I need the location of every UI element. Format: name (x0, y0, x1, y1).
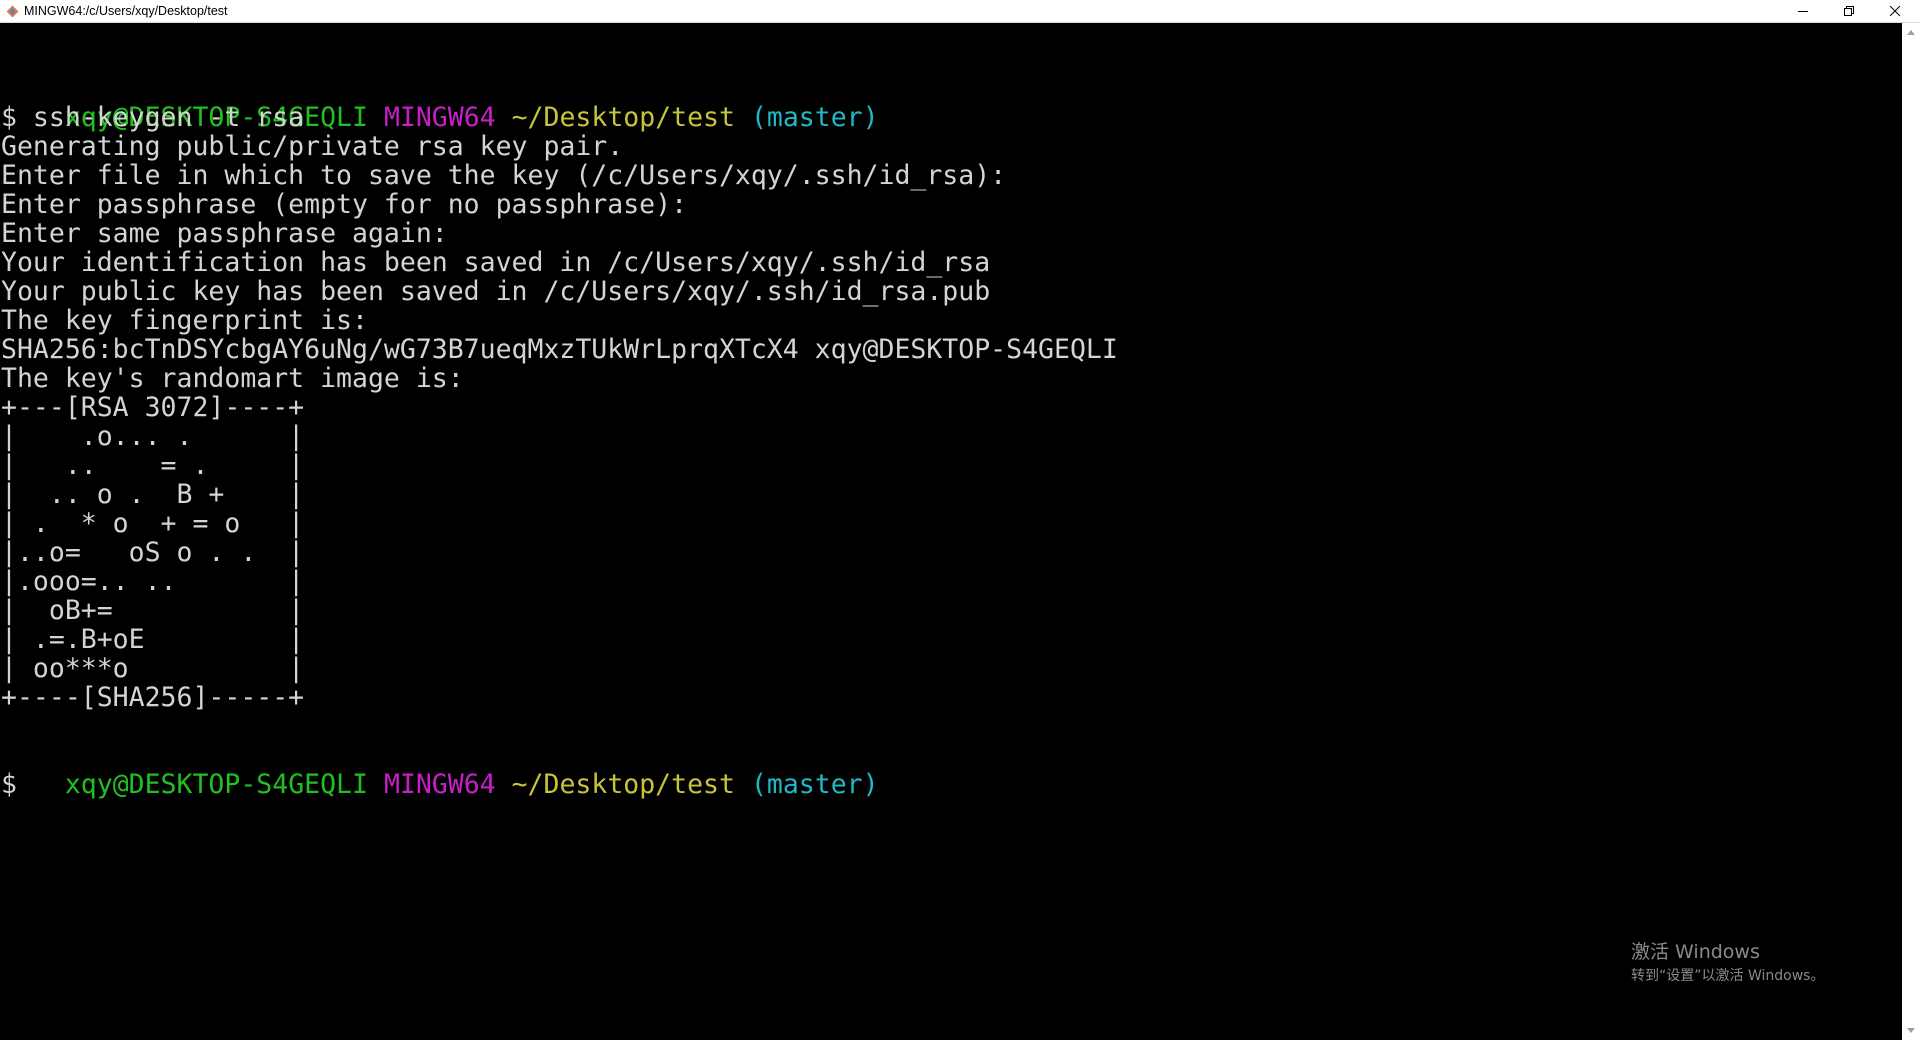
randomart-line: | . * o + = o | (1, 508, 305, 539)
prompt-system: MINGW64 (383, 102, 496, 133)
output-line: The key fingerprint is: (1, 305, 368, 336)
output-line: Your public key has been saved in /c/Use… (1, 276, 991, 307)
randomart-line: |.ooo=.. .. | (1, 566, 305, 597)
randomart-line: | .. o . B + | (1, 479, 305, 510)
prompt-line: xqy@DESKTOP-S4GEQLI MINGW64 ~/Desktop/te… (1, 741, 879, 799)
restore-button[interactable] (1826, 0, 1872, 22)
restore-icon (1844, 6, 1854, 16)
output-line: SHA256:bcTnDSYcbgAY6uNg/wG73B7ueqMxzTUkW… (1, 334, 1118, 365)
cursor-line[interactable]: $ (1, 770, 17, 799)
randomart-line: | oB+= | (1, 595, 305, 626)
vertical-scrollbar[interactable] (1902, 23, 1920, 1040)
terminal-output[interactable]: xqy@DESKTOP-S4GEQLI MINGW64 ~/Desktop/te… (0, 23, 1902, 1040)
scroll-up-icon[interactable] (1907, 30, 1915, 35)
randomart-line: |..o= oS o . . | (1, 537, 305, 568)
prompt-path: ~/Desktop/test (511, 769, 735, 800)
title-bar[interactable]: MINGW64:/c/Users/xqy/Desktop/test (0, 0, 1920, 23)
prompt-line: xqy@DESKTOP-S4GEQLI MINGW64 ~/Desktop/te… (1, 74, 879, 132)
output-line: Generating public/private rsa key pair. (1, 131, 624, 162)
output-line: Enter passphrase (empty for no passphras… (1, 189, 688, 220)
output-line: Enter same passphrase again: (1, 218, 448, 249)
close-button[interactable] (1872, 0, 1918, 22)
randomart-line: | .o... . | (1, 421, 305, 452)
watermark-title: 激活 Windows (1631, 941, 1760, 963)
close-icon (1890, 6, 1900, 16)
windows-activation-watermark: 激活 Windows 转到“设置”以激活 Windows。 (1631, 940, 1824, 986)
prompt-path: ~/Desktop/test (511, 102, 735, 133)
prompt-system: MINGW64 (383, 769, 496, 800)
randomart-line: +---[RSA 3072]----+ (1, 392, 305, 423)
randomart-line: +----[SHA256]-----+ (1, 682, 305, 713)
output-line: Your identification has been saved in /c… (1, 247, 991, 278)
command-line: $ ssh-keygen -t rsa (1, 102, 305, 133)
output-line: The key's randomart image is: (1, 363, 464, 394)
minimize-button[interactable] (1780, 0, 1826, 22)
prompt-branch: (master) (750, 102, 879, 133)
prompt-branch: (master) (750, 769, 879, 800)
watermark-subtitle: 转到“设置”以激活 Windows。 (1631, 968, 1825, 984)
output-line: Enter file in which to save the key (/c/… (1, 160, 1007, 191)
randomart-line: | oo***o | (1, 653, 305, 684)
git-bash-icon (6, 5, 19, 18)
minimize-icon (1798, 11, 1808, 12)
scroll-down-icon[interactable] (1907, 1028, 1915, 1033)
prompt-user: xqy@DESKTOP-S4GEQLI (64, 769, 368, 800)
randomart-line: | .. = . | (1, 450, 305, 481)
window-title: MINGW64:/c/Users/xqy/Desktop/test (24, 4, 228, 18)
randomart-line: | .=.B+oE | (1, 624, 305, 655)
